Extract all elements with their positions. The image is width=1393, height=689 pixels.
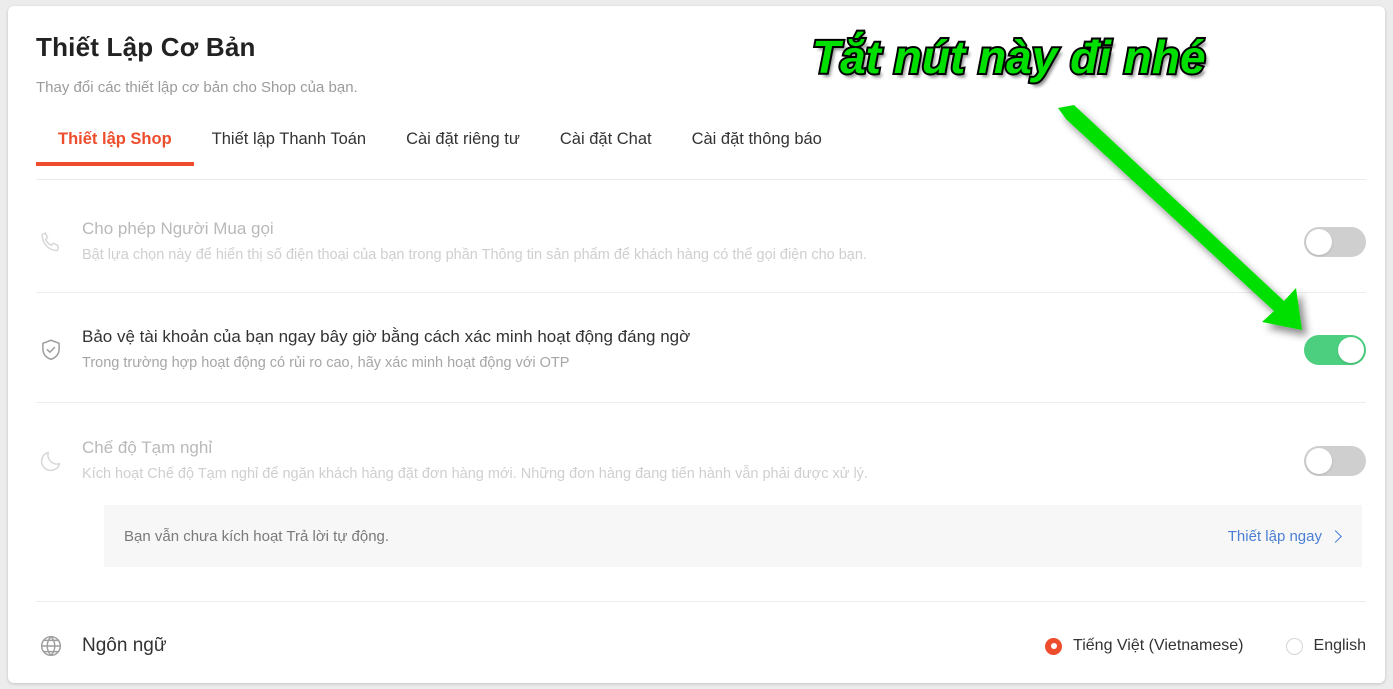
- setting-description: Trong trường hợp hoạt động có rủi ro cao…: [82, 355, 570, 372]
- language-row: Ngôn ngữ Tiếng Việt (Vietnamese) English: [36, 618, 1366, 674]
- language-radio-group: Tiếng Việt (Vietnamese) English: [1045, 637, 1366, 655]
- radio-icon-selected[interactable]: [1045, 637, 1063, 655]
- globe-icon: [36, 633, 82, 659]
- tab-bar-divider: [36, 179, 1366, 180]
- toggle-knob: [1306, 448, 1332, 474]
- setting-description: Bật lựa chọn này để hiển thị số điện tho…: [82, 247, 867, 264]
- setting-row-account-protection: Bảo vệ tài khoản của bạn ngay bây giờ bằ…: [36, 312, 1366, 388]
- row-divider-3: [36, 601, 1366, 602]
- language-option-english[interactable]: English: [1285, 637, 1366, 655]
- setting-row-vacation-mode: Chế độ Tạm nghỉ Kích hoạt Chế độ Tạm ngh…: [36, 424, 1366, 498]
- tab-chat-settings[interactable]: Cài đặt Chat: [560, 124, 652, 166]
- page-subtitle: Thay đổi các thiết lập cơ bản cho Shop c…: [36, 79, 358, 96]
- setup-now-link[interactable]: Thiết lập ngay: [1227, 527, 1342, 545]
- auto-reply-notice-text: Bạn vẫn chưa kích hoạt Trả lời tự động.: [124, 527, 390, 545]
- tab-privacy-settings[interactable]: Cài đặt riêng tư: [406, 124, 520, 166]
- toggle-vacation-mode[interactable]: [1304, 446, 1366, 476]
- setting-description: Kích hoạt Chế độ Tạm nghỉ để ngăn khách …: [82, 466, 868, 483]
- screenshot-root: Thiết Lập Cơ Bản Thay đổi các thiết lập …: [0, 0, 1393, 689]
- tab-bar: Thiết lập Shop Thiết lập Thanh Toán Cài …: [36, 124, 1366, 180]
- setting-title: Bảo vệ tài khoản của bạn ngay bây giờ bằ…: [82, 326, 691, 346]
- setup-now-label: Thiết lập ngay: [1227, 527, 1322, 545]
- toggle-knob: [1306, 229, 1332, 255]
- setting-text-buyer-call: Cho phép Người Mua gọi Bật lựa chọn này …: [82, 217, 1304, 267]
- toggle-buyer-call[interactable]: [1304, 227, 1366, 257]
- page-title: Thiết Lập Cơ Bản: [36, 32, 256, 62]
- chevron-right-icon: [1329, 529, 1342, 543]
- phone-icon: [36, 229, 82, 255]
- setting-text-account-protection: Bảo vệ tài khoản của bạn ngay bây giờ bằ…: [82, 325, 1304, 375]
- settings-card: Thiết Lập Cơ Bản Thay đổi các thiết lập …: [8, 6, 1385, 683]
- tab-payment-settings[interactable]: Thiết lập Thanh Toán: [212, 124, 366, 166]
- toggle-account-protection[interactable]: [1304, 335, 1366, 365]
- setting-text-vacation-mode: Chế độ Tạm nghỉ Kích hoạt Chế độ Tạm ngh…: [82, 436, 1304, 486]
- radio-icon-unselected[interactable]: [1285, 637, 1303, 655]
- setting-title: Cho phép Người Mua gọi: [82, 218, 274, 238]
- row-divider-2: [36, 402, 1366, 403]
- language-option-label: English: [1313, 637, 1366, 654]
- setting-title: Chế độ Tạm nghỉ: [82, 437, 213, 457]
- tab-shop-settings[interactable]: Thiết lập Shop: [36, 124, 194, 166]
- row-divider-1: [36, 292, 1366, 293]
- toggle-knob: [1338, 337, 1364, 363]
- tab-notification-settings[interactable]: Cài đặt thông báo: [692, 124, 822, 166]
- auto-reply-notice: Bạn vẫn chưa kích hoạt Trả lời tự động. …: [104, 505, 1362, 567]
- language-label: Ngôn ngữ: [82, 635, 167, 656]
- setting-row-buyer-call: Cho phép Người Mua gọi Bật lựa chọn này …: [36, 202, 1366, 282]
- language-option-label: Tiếng Việt (Vietnamese): [1073, 637, 1244, 654]
- moon-icon: [36, 448, 82, 474]
- shield-check-icon: [36, 337, 82, 363]
- language-option-vietnamese[interactable]: Tiếng Việt (Vietnamese): [1045, 637, 1244, 655]
